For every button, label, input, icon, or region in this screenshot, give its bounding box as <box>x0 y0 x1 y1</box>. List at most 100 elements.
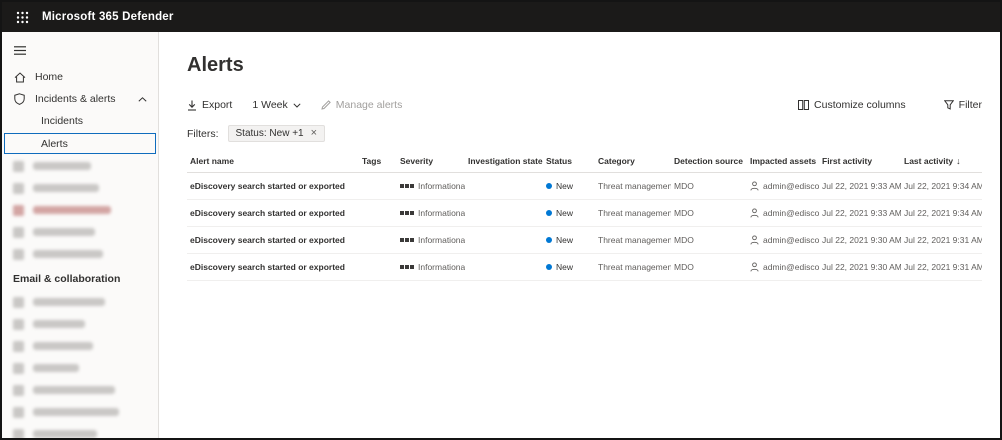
sidebar-item-incidents[interactable]: Incidents <box>2 110 158 132</box>
last-activity-cell: Jul 22, 2021 9:31 AM <box>901 227 982 253</box>
column-header-impacted-assets[interactable]: Impacted assets <box>747 150 819 172</box>
sidebar-item-redacted[interactable] <box>2 177 158 199</box>
column-header-alert-name[interactable]: Alert name <box>187 150 359 172</box>
close-icon[interactable]: × <box>311 128 317 139</box>
filter-chip-status[interactable]: Status: New +1 × <box>228 125 326 142</box>
filters-label: Filters: <box>187 128 219 140</box>
tags-cell <box>359 178 397 194</box>
redacted-icon <box>13 407 24 418</box>
nav-collapse-button[interactable] <box>2 38 158 62</box>
table-header-row: Alert name Tags Severity Investigation s… <box>187 150 982 173</box>
sidebar-item-redacted[interactable] <box>2 291 158 313</box>
severity-blocks-icon <box>400 265 414 269</box>
columns-icon <box>798 100 809 110</box>
severity-cell: Informational <box>397 173 465 199</box>
sidebar-item-redacted[interactable] <box>2 243 158 265</box>
top-bar: Microsoft 365 Defender <box>2 2 1000 32</box>
table-row[interactable]: eDiscovery search started or exported In… <box>187 173 982 200</box>
tags-cell <box>359 205 397 221</box>
status-cell: New <box>543 227 595 253</box>
alert-name-cell[interactable]: eDiscovery search started or exported <box>187 200 359 226</box>
alert-name-cell[interactable]: eDiscovery search started or exported <box>187 227 359 253</box>
sidebar-item-label: Incidents <box>41 115 83 127</box>
sidebar-item-redacted[interactable] <box>2 199 158 221</box>
person-icon <box>750 181 759 191</box>
sidebar-item-redacted[interactable] <box>2 221 158 243</box>
sidebar-item-redacted[interactable] <box>2 335 158 357</box>
sidebar-item-redacted[interactable] <box>2 313 158 335</box>
severity-blocks-icon <box>400 211 414 215</box>
alert-name-cell[interactable]: eDiscovery search started or exported <box>187 173 359 199</box>
redacted-icon <box>13 341 24 352</box>
sidebar-item-redacted[interactable] <box>2 155 158 177</box>
shield-icon <box>13 93 26 105</box>
sidebar-item-home[interactable]: Home <box>2 66 158 88</box>
redacted-icon <box>13 205 24 216</box>
status-cell: New <box>543 254 595 280</box>
alerts-table: Alert name Tags Severity Investigation s… <box>187 150 982 281</box>
first-activity-cell: Jul 22, 2021 9:33 AM <box>819 173 901 199</box>
detection-source-cell: MDO <box>671 200 747 226</box>
first-activity-cell: Jul 22, 2021 9:30 AM <box>819 254 901 280</box>
investigation-state-cell <box>465 205 543 221</box>
detection-source-cell: MDO <box>671 227 747 253</box>
sidebar-item-redacted[interactable] <box>2 401 158 423</box>
severity-cell: Informational <box>397 200 465 226</box>
sidebar: Home Incidents & alerts Incidents Alerts <box>2 32 159 438</box>
redacted-icon <box>13 183 24 194</box>
sidebar-item-label: Home <box>35 71 63 83</box>
column-header-detection-source[interactable]: Detection source <box>671 150 747 172</box>
table-row[interactable]: eDiscovery search started or exported In… <box>187 227 982 254</box>
impacted-assets-cell: admin@ediscode... <box>747 227 819 253</box>
chevron-up-icon <box>138 97 147 102</box>
home-icon <box>13 72 26 83</box>
investigation-state-cell <box>465 232 543 248</box>
column-header-status[interactable]: Status <box>543 150 595 172</box>
table-row[interactable]: eDiscovery search started or exported In… <box>187 200 982 227</box>
detection-source-cell: MDO <box>671 254 747 280</box>
sidebar-item-redacted[interactable] <box>2 423 158 438</box>
customize-columns-button[interactable]: Customize columns <box>798 99 906 111</box>
time-range-dropdown[interactable]: 1 Week <box>252 99 300 111</box>
column-header-investigation-state[interactable]: Investigation state <box>465 150 543 172</box>
export-button[interactable]: Export <box>187 99 232 111</box>
severity-blocks-icon <box>400 184 414 188</box>
column-header-severity[interactable]: Severity <box>397 150 465 172</box>
status-new-dot-icon <box>546 264 552 270</box>
app-launcher-icon[interactable] <box>14 9 30 25</box>
sidebar-item-redacted[interactable] <box>2 379 158 401</box>
tags-cell <box>359 259 397 275</box>
sidebar-item-alerts[interactable]: Alerts <box>4 133 156 154</box>
redacted-icon <box>13 319 24 330</box>
table-row[interactable]: eDiscovery search started or exported In… <box>187 254 982 281</box>
alert-name-cell[interactable]: eDiscovery search started or exported <box>187 254 359 280</box>
filter-button[interactable]: Filter <box>944 99 982 111</box>
category-cell: Threat management <box>595 227 671 253</box>
redacted-icon <box>13 249 24 260</box>
column-header-first-activity[interactable]: First activity <box>819 150 901 172</box>
redacted-icon <box>13 227 24 238</box>
toolbar: Export 1 Week Manage alerts <box>187 95 982 115</box>
hamburger-icon <box>14 46 26 55</box>
sidebar-section-email-collaboration: Email & collaboration <box>2 265 158 291</box>
app-title: Microsoft 365 Defender <box>42 11 174 23</box>
column-header-category[interactable]: Category <box>595 150 671 172</box>
sort-descending-icon: ↓ <box>956 156 961 166</box>
tags-cell <box>359 232 397 248</box>
sidebar-item-redacted[interactable] <box>2 357 158 379</box>
detection-source-cell: MDO <box>671 173 747 199</box>
manage-alerts-button[interactable]: Manage alerts <box>321 99 403 111</box>
pencil-icon <box>321 100 331 110</box>
redacted-icon <box>13 297 24 308</box>
person-icon <box>750 262 759 272</box>
redacted-icon <box>13 161 24 172</box>
status-cell: New <box>543 173 595 199</box>
page-title: Alerts <box>187 54 982 77</box>
severity-cell: Informational <box>397 227 465 253</box>
sidebar-item-incidents-alerts[interactable]: Incidents & alerts <box>2 88 158 110</box>
investigation-state-cell <box>465 259 543 275</box>
redacted-icon <box>13 429 24 439</box>
category-cell: Threat management <box>595 200 671 226</box>
column-header-last-activity[interactable]: Last activity↓ <box>901 150 982 172</box>
column-header-tags[interactable]: Tags <box>359 150 397 172</box>
